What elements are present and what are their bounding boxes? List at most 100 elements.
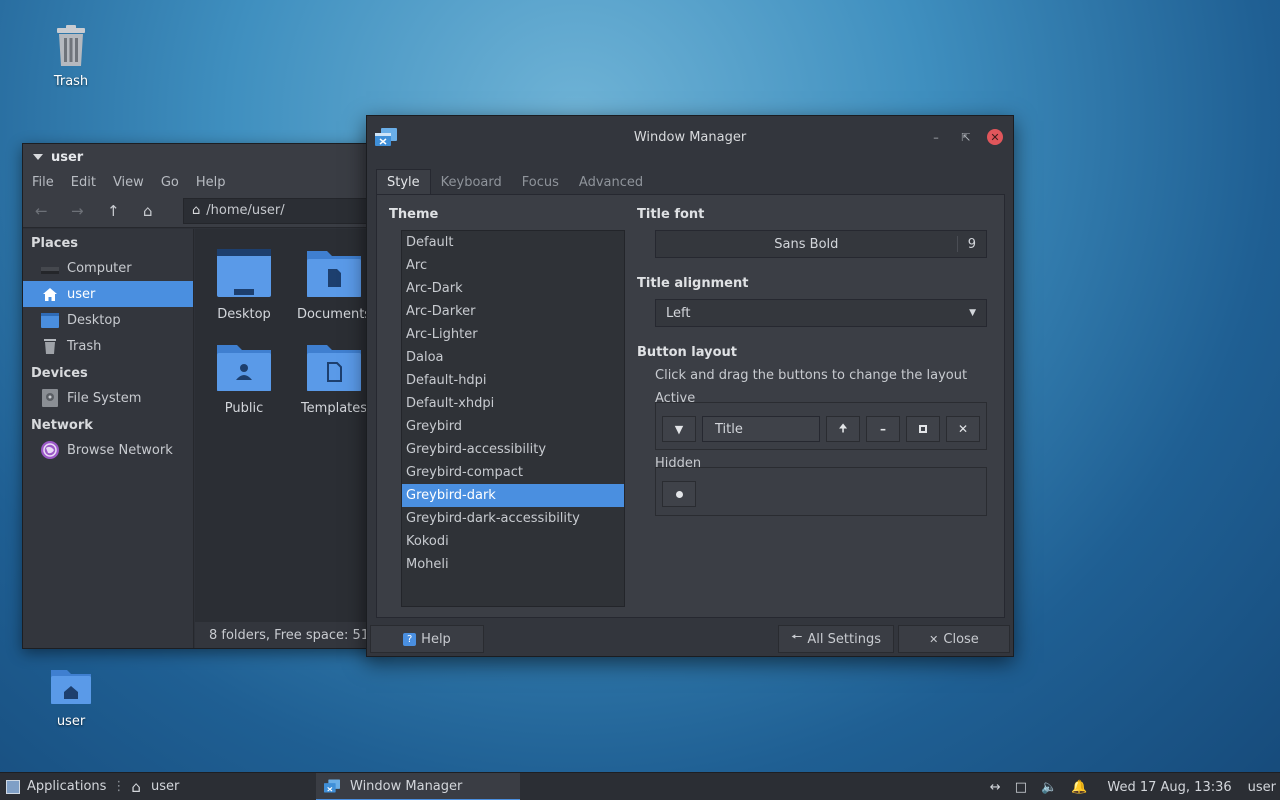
file-manager-sidebar: Places Computer user Desktop Trash Devic… — [23, 229, 194, 648]
close-button-token[interactable]: ✕ — [946, 416, 980, 442]
theme-list[interactable]: Default Arc Arc-Dark Arc-Darker Arc-Ligh… — [401, 230, 625, 607]
tab-keyboard[interactable]: Keyboard — [431, 169, 512, 195]
close-icon: ✕ — [929, 632, 939, 646]
sidebar-header-places: Places — [31, 236, 79, 251]
minimize-button-token[interactable]: – — [866, 416, 900, 442]
task-label: Window Manager — [350, 778, 463, 794]
display-icon[interactable]: □ — [1015, 780, 1027, 795]
menu-file[interactable]: File — [32, 175, 54, 190]
up-arrow-icon[interactable]: ↑ — [107, 202, 143, 220]
sidebar-item-user[interactable]: user — [23, 281, 193, 307]
shade-button-token[interactable]: 🠉 — [826, 416, 860, 442]
menu-go[interactable]: Go — [161, 175, 179, 190]
maximize-button-token[interactable] — [906, 416, 940, 442]
home-icon — [41, 286, 59, 302]
title-token[interactable]: Title — [702, 416, 820, 442]
window-manager-dialog[interactable]: Window Manager – ⇱ ✕ Style Keyboard Focu… — [366, 115, 1014, 657]
list-item[interactable]: Daloa — [402, 346, 624, 369]
tab-bar: Style Keyboard Focus Advanced — [376, 169, 653, 195]
list-item[interactable]: Greybird-compact — [402, 461, 624, 484]
list-item[interactable]: Moheli — [402, 553, 624, 576]
taskbar-window-manager[interactable]: Window Manager — [316, 773, 520, 800]
home-directory-launcher[interactable]: ⌂ user — [131, 773, 179, 800]
list-item[interactable]: Greybird-accessibility — [402, 438, 624, 461]
menu-view[interactable]: View — [113, 175, 144, 190]
sidebar-item-label: user — [67, 286, 96, 302]
dialog-titlebar[interactable]: Window Manager – ⇱ ✕ — [367, 116, 1013, 158]
applications-menu-icon — [6, 779, 20, 794]
home-icon: ⌂ — [131, 777, 141, 796]
drive-icon — [41, 389, 59, 407]
file-manager-toolbar: ← → ↑ ⌂ ⌂ /home/user/ — [23, 194, 381, 228]
title-alignment-select[interactable]: Left ▼ — [655, 299, 987, 327]
title-font-label: Title font — [637, 207, 705, 222]
file-manager-titlebar[interactable]: user — [23, 144, 381, 170]
file-manager-window[interactable]: user File Edit View Go Help ← → ↑ ⌂ ⌂ /h… — [22, 143, 382, 649]
arrow-up-icon: 🠉 — [838, 421, 848, 435]
desktop-icon-trash[interactable]: Trash — [26, 22, 116, 89]
folder-label: Public — [224, 401, 264, 416]
clock[interactable]: Wed 17 Aug, 13:36 — [1107, 780, 1231, 795]
back-arrow-icon[interactable]: ← — [35, 202, 71, 220]
desktop-folder-icon — [217, 249, 271, 297]
title-token-label: Title — [715, 421, 743, 437]
folder-desktop[interactable]: Desktop — [199, 247, 289, 322]
notifications-bell-icon[interactable]: 🔔 — [1071, 780, 1087, 795]
minimize-icon[interactable]: – — [927, 128, 945, 146]
dialog-title: Window Manager — [633, 129, 747, 145]
help-button[interactable]: ? Help — [370, 625, 484, 653]
desktop-icon-home[interactable]: user — [26, 662, 116, 729]
window-menu-icon[interactable] — [33, 154, 43, 160]
list-item-selected[interactable]: Greybird-dark — [402, 484, 624, 507]
menu-help[interactable]: Help — [196, 175, 226, 190]
status-bar: 8 folders, Free space: 51 — [195, 622, 381, 648]
chevron-down-icon: ▼ — [969, 308, 976, 318]
home-icon[interactable]: ⌂ — [143, 202, 179, 220]
folder-label: Documents — [296, 307, 372, 322]
tab-focus[interactable]: Focus — [512, 169, 569, 195]
sidebar-item-computer[interactable]: Computer — [23, 255, 193, 281]
all-settings-button[interactable]: 🠔 All Settings — [778, 625, 894, 653]
location-bar[interactable]: ⌂ /home/user/ — [183, 197, 381, 224]
list-item[interactable]: Greybird — [402, 415, 624, 438]
sidebar-item-browse-network[interactable]: Browse Network — [23, 437, 193, 463]
sidebar-item-label: Computer — [67, 260, 132, 276]
file-view[interactable]: Desktop Documents Public Templates — [195, 229, 381, 622]
list-item[interactable]: Default-hdpi — [402, 369, 624, 392]
menu-button-token[interactable]: ▼ — [662, 416, 696, 442]
list-item[interactable]: Arc — [402, 254, 624, 277]
tab-advanced[interactable]: Advanced — [569, 169, 653, 195]
list-item[interactable]: Kokodi — [402, 530, 624, 553]
list-item[interactable]: Arc-Lighter — [402, 323, 624, 346]
list-item[interactable]: Arc-Dark — [402, 277, 624, 300]
arrow-left-icon: 🠔 — [791, 630, 803, 645]
list-item[interactable]: Default-xhdpi — [402, 392, 624, 415]
folder-label: Templates — [300, 401, 368, 416]
maximize-icon[interactable]: ⇱ — [957, 128, 975, 146]
forward-arrow-icon[interactable]: → — [71, 202, 107, 220]
title-font-button[interactable]: Sans Bold 9 — [655, 230, 987, 258]
list-item[interactable]: Default — [402, 231, 624, 254]
network-icon[interactable]: ↔ — [990, 780, 1001, 795]
sidebar-item-file-system[interactable]: File System — [23, 385, 193, 411]
close-icon[interactable]: ✕ — [987, 129, 1003, 145]
location-path: /home/user/ — [206, 203, 285, 218]
taskbar: Applications ⋮ ⌂ user Window Manager ↔ □… — [0, 772, 1280, 800]
public-folder-icon — [217, 345, 271, 391]
folder-public[interactable]: Public — [199, 341, 289, 416]
sidebar-item-desktop[interactable]: Desktop — [23, 307, 193, 333]
menu-edit[interactable]: Edit — [71, 175, 96, 190]
window-manager-app-icon — [375, 128, 397, 146]
list-item[interactable]: Arc-Darker — [402, 300, 624, 323]
list-item[interactable]: Greybird-dark-accessibility — [402, 507, 624, 530]
applications-menu[interactable]: Applications ⋮ — [0, 773, 125, 800]
separator-icon: ⋮ — [112, 779, 126, 794]
sidebar-item-trash[interactable]: Trash — [23, 333, 193, 359]
user-menu[interactable]: user — [1248, 780, 1276, 795]
stick-button-token[interactable] — [662, 481, 696, 507]
sidebar-item-label: Desktop — [67, 312, 121, 328]
window-controls: – ⇱ ✕ — [927, 128, 1003, 146]
tab-style[interactable]: Style — [376, 169, 431, 195]
volume-icon[interactable]: 🔈 — [1041, 780, 1057, 795]
close-button[interactable]: ✕ Close — [898, 625, 1010, 653]
